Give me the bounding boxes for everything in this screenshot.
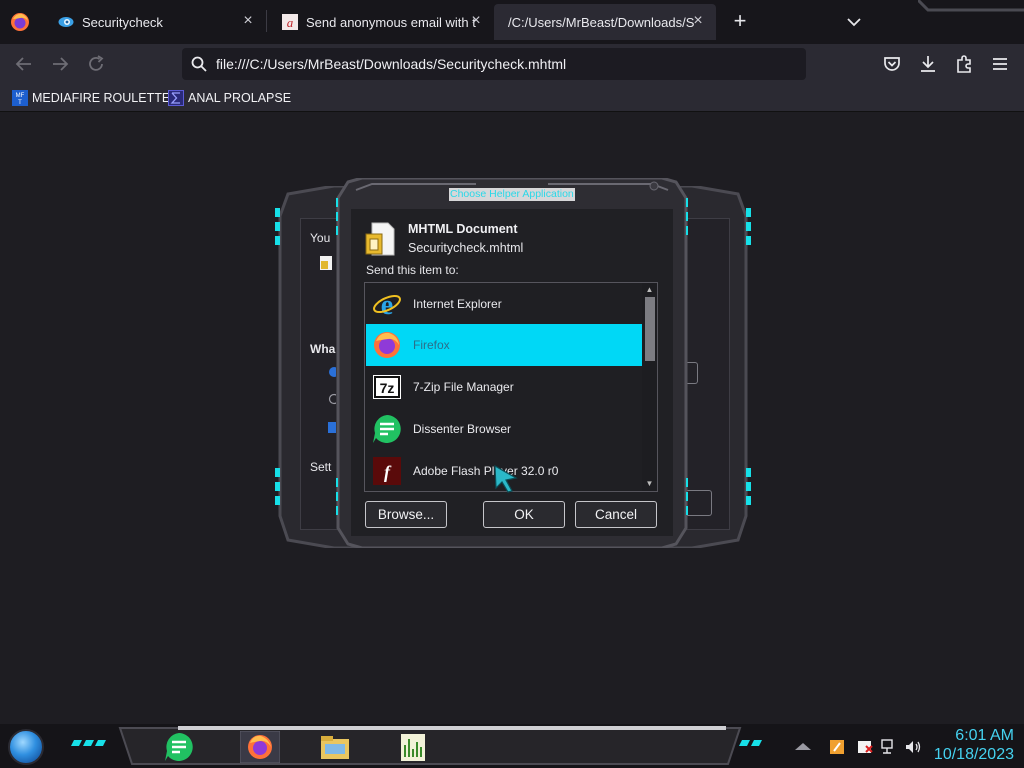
application-list[interactable]: e Internet Explorer Firefox 7z 7-Zip Fil… (364, 282, 658, 492)
app-label: Internet Explorer (413, 297, 502, 311)
radio-button-icon[interactable] (326, 366, 336, 378)
close-tab-icon[interactable]: × (690, 13, 706, 29)
list-item-7zip[interactable]: 7z 7-Zip File Manager (366, 366, 642, 408)
internet-explorer-icon: e (373, 290, 401, 319)
dissenter-icon (373, 415, 401, 443)
tab-strip: Securitycheck × a Send anonymous email w… (0, 0, 1024, 44)
hamburger-menu-icon[interactable] (989, 53, 1011, 75)
action-center-icon[interactable] (856, 738, 874, 756)
firefox-menu-icon[interactable] (8, 10, 32, 34)
audio-app-icon[interactable] (396, 731, 430, 763)
ok-button[interactable]: OK (483, 501, 565, 528)
network-icon[interactable] (880, 738, 898, 756)
background-text: You (310, 231, 331, 245)
firefox-icon[interactable] (240, 731, 280, 763)
bookmark-sigma[interactable]: ANAL PROLAPSE (168, 90, 291, 106)
download-icon[interactable] (917, 53, 939, 75)
scroll-up-icon[interactable]: ▲ (644, 285, 655, 295)
pocket-icon[interactable] (881, 53, 903, 75)
app-label: Firefox (413, 338, 450, 352)
list-item-firefox[interactable]: Firefox (366, 324, 642, 366)
app-label: 7-Zip File Manager (413, 380, 514, 394)
keyboard-icon[interactable] (794, 738, 812, 756)
send-to-label: Send this item to: (366, 263, 459, 277)
tab-title: /C:/Users/MrBeast/Downloads/Secu (508, 14, 694, 30)
address-bar[interactable]: file:///C:/Users/MrBeast/Downloads/Secur… (182, 48, 806, 80)
dialog-title: Choose Helper Application (449, 188, 575, 201)
app-label: Adobe Flash Player 32.0 r0 (413, 464, 559, 478)
url-text[interactable]: file:///C:/Users/MrBeast/Downloads/Secur… (216, 56, 566, 72)
svg-text:e: e (381, 290, 393, 319)
start-button[interactable] (8, 729, 44, 765)
svg-text:a: a (287, 15, 294, 30)
navigation-toolbar: file:///C:/Users/MrBeast/Downloads/Secur… (0, 44, 1024, 84)
tab-separator (266, 10, 267, 32)
svg-text:7z: 7z (380, 380, 395, 396)
checkbox-icon[interactable] (326, 421, 336, 434)
background-heading: Wha (310, 342, 336, 356)
bookmark-mediafire[interactable]: MF T MEDIAFIRE ROULETTER (12, 90, 179, 106)
mhtml-document-icon (365, 222, 395, 256)
radio-button-icon[interactable] (326, 393, 336, 405)
window-frame-decoration (918, 0, 1024, 12)
document-type: MHTML Document (408, 222, 518, 236)
document-file-name: Securitycheck.mhtml (408, 241, 524, 255)
app-tray-icon[interactable] (828, 738, 846, 756)
app-label: Dissenter Browser (413, 422, 512, 436)
back-arrow-icon[interactable] (13, 53, 35, 75)
anonymous-a-icon: a (282, 14, 298, 30)
svg-text:MF: MF (16, 93, 25, 99)
bookmark-label: ANAL PROLAPSE (188, 91, 292, 105)
sigma-icon (168, 90, 184, 106)
firefox-icon (374, 332, 400, 358)
scroll-down-icon[interactable]: ▼ (644, 479, 655, 489)
7zip-icon: 7z (373, 375, 401, 399)
tab-anonymous-email[interactable]: a Send anonymous email with th × (268, 4, 494, 40)
svg-text:T: T (18, 100, 22, 106)
close-tab-icon[interactable]: × (240, 13, 256, 29)
file-explorer-icon[interactable] (318, 731, 352, 763)
tab-local-file[interactable]: /C:/Users/MrBeast/Downloads/Secu × (494, 4, 716, 40)
flash-player-icon: f (373, 457, 401, 485)
mouse-cursor-icon (494, 464, 518, 493)
list-scrollbar[interactable]: ▲ ▼ (642, 283, 657, 491)
background-text: Sett (310, 460, 332, 474)
browse-button[interactable]: Browse... (365, 501, 447, 528)
list-item-dissenter[interactable]: Dissenter Browser (366, 408, 642, 450)
camera-lens-icon (58, 17, 74, 27)
reload-icon[interactable] (85, 53, 107, 75)
bookmark-label: MEDIAFIRE ROULETTER (32, 91, 180, 105)
clock-date[interactable]: 10/18/2023 (920, 746, 1014, 764)
tab-title: Send anonymous email with th (306, 14, 476, 30)
search-icon (191, 56, 207, 72)
list-item-internet-explorer[interactable]: e Internet Explorer (366, 283, 642, 325)
mediafire-icon: MF T (12, 90, 28, 106)
document-icon (320, 256, 332, 270)
dissenter-icon[interactable] (162, 731, 196, 763)
close-tab-icon[interactable]: × (468, 13, 484, 29)
clock-time[interactable]: 6:01 AM (930, 727, 1014, 745)
bookmarks-toolbar: MF T MEDIAFIRE ROULETTER ANAL PROLAPSE (0, 84, 1024, 112)
extensions-icon[interactable] (953, 53, 975, 75)
chevron-down-icon[interactable] (844, 12, 864, 32)
forward-arrow-icon[interactable] (49, 53, 71, 75)
cancel-button[interactable]: Cancel (575, 501, 657, 528)
button-edge[interactable] (684, 490, 712, 516)
scroll-thumb[interactable] (645, 297, 655, 361)
new-tab-button[interactable]: + (730, 10, 750, 32)
tab-title: Securitycheck (82, 14, 163, 30)
tab-securitycheck[interactable]: Securitycheck × (44, 4, 266, 40)
